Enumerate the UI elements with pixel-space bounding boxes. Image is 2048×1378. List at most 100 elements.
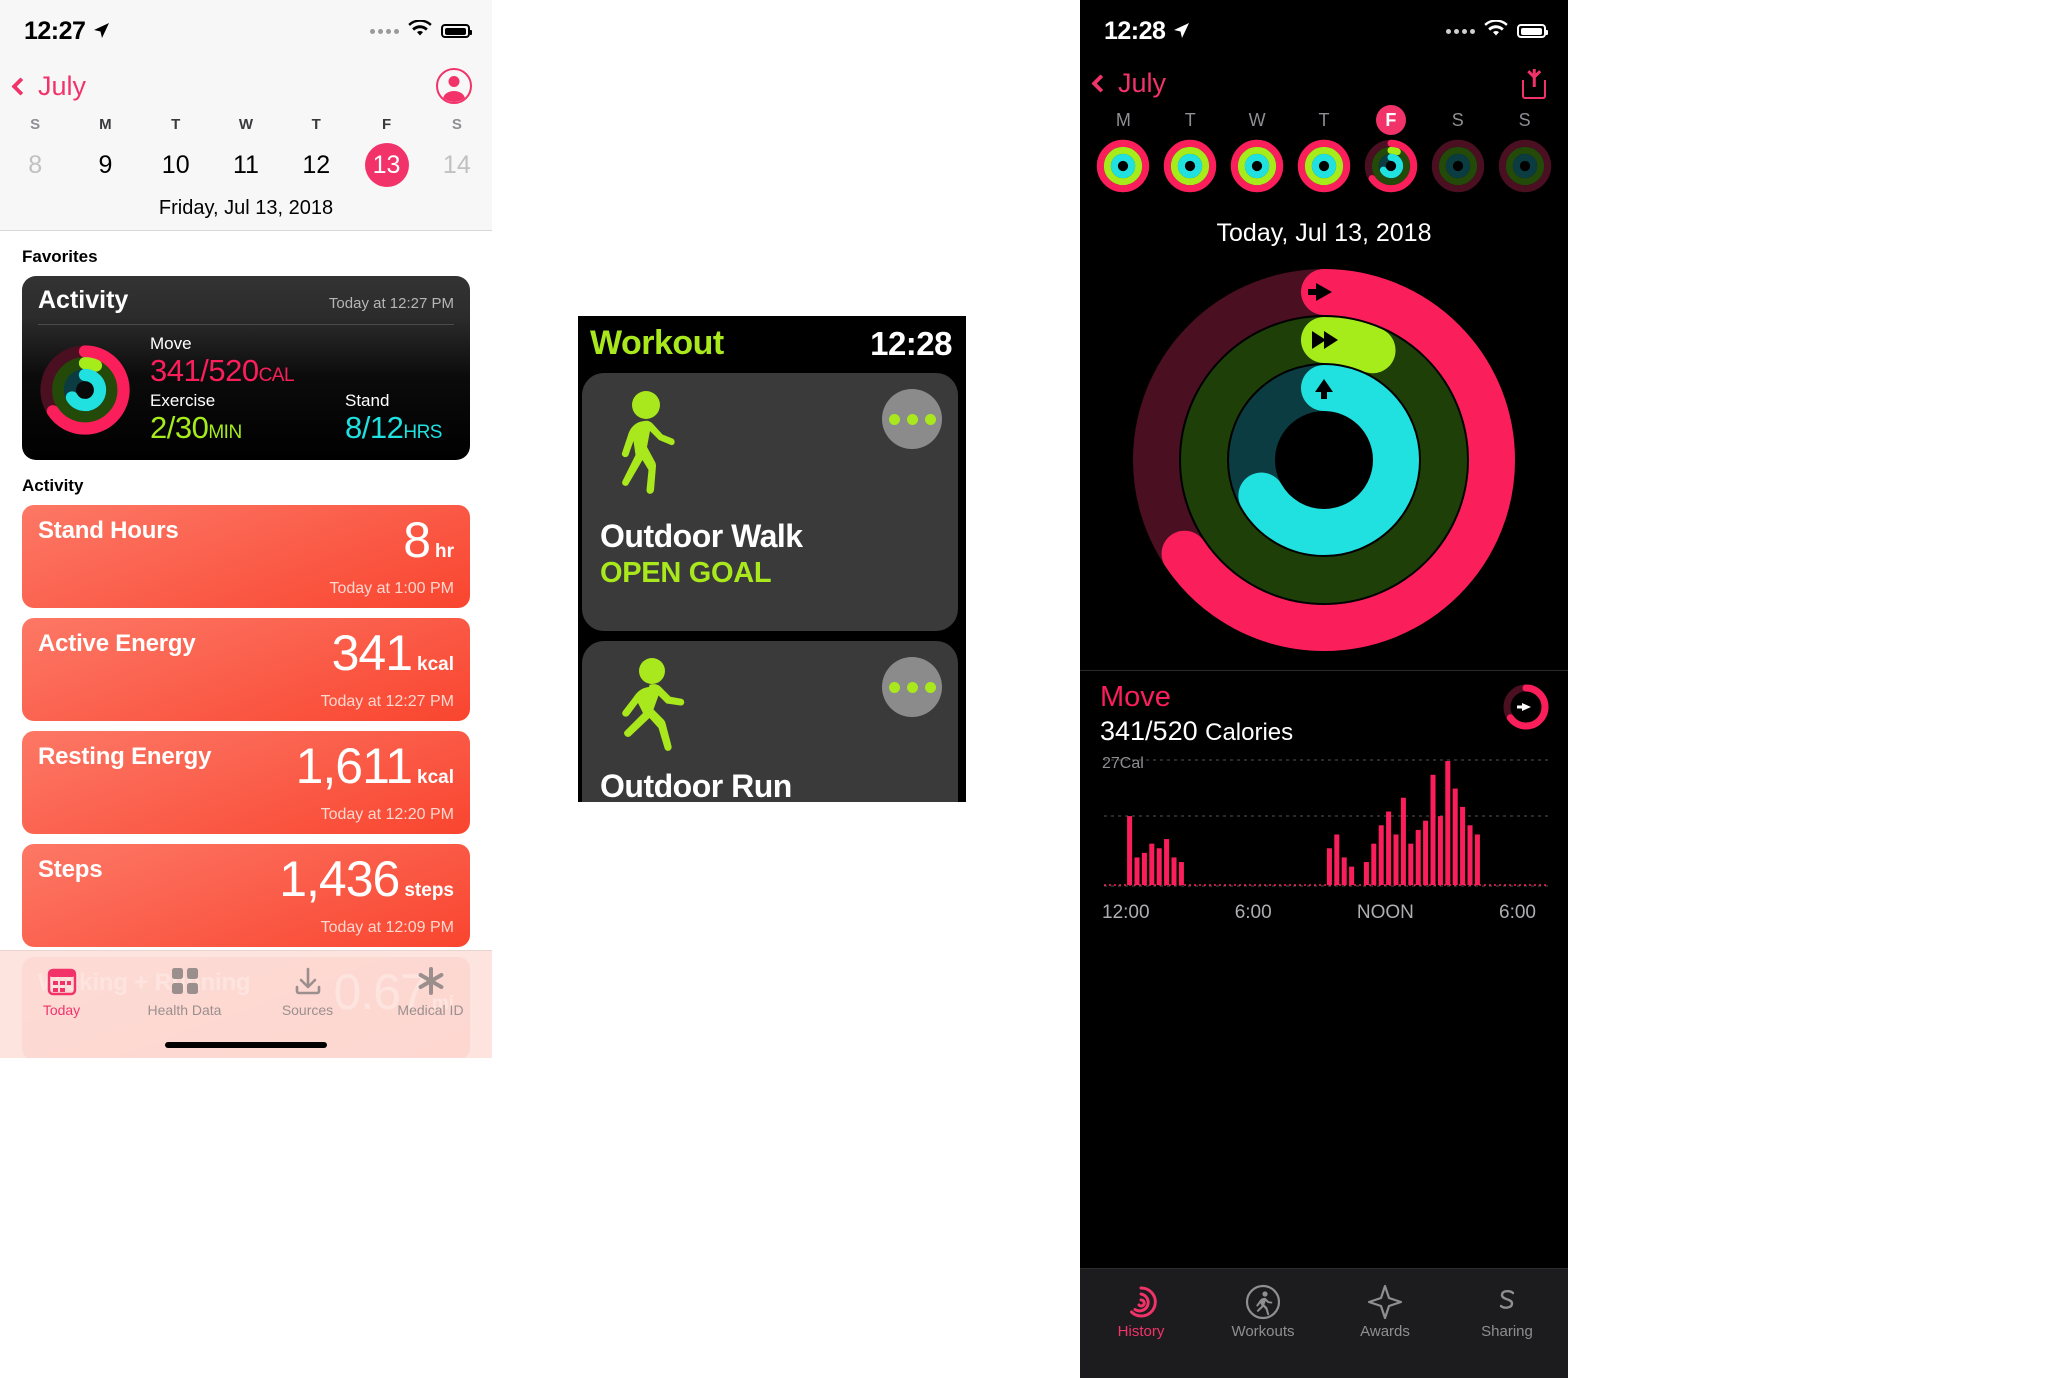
back-label: July — [38, 70, 87, 101]
favorites-header: Favorites — [22, 247, 98, 266]
signal-dots-icon — [370, 28, 399, 34]
xtick-1: 6:00 — [1234, 902, 1272, 923]
row-title: Stand Hours — [38, 516, 179, 544]
download-arrow-icon — [246, 961, 369, 1001]
week-dow-label: S — [1518, 109, 1531, 130]
status-bar: 12:27 — [0, 0, 492, 62]
profile-avatar-icon[interactable] — [436, 68, 472, 104]
activity-rings-large — [1109, 260, 1539, 660]
move-value: 341/520 — [150, 352, 259, 388]
exercise-value: 2/30 — [150, 410, 209, 446]
week-day-0[interactable]: M — [1090, 105, 1157, 193]
move-detail-unit: Calories — [1205, 719, 1294, 746]
move-detail-value: 341/520 — [1100, 716, 1198, 746]
week-dow-label: T — [1318, 109, 1330, 130]
tab-history[interactable]: History — [1080, 1281, 1202, 1378]
tab-label: Awards — [1360, 1323, 1410, 1340]
cal-day-2[interactable]: 10 — [141, 143, 211, 187]
calendar-dow-row: S M T W T F S — [0, 110, 492, 143]
move-unit: CAL — [258, 364, 295, 386]
cal-day-1[interactable]: 9 — [70, 143, 140, 187]
share-icon[interactable] — [1522, 68, 1546, 99]
week-strip: M T W T F S S — [1080, 103, 1568, 199]
tab-sharing[interactable]: Sharing — [1446, 1281, 1568, 1378]
row-timestamp: Today at 12:20 PM — [320, 805, 454, 823]
list-item-stand-hours[interactable]: Stand Hours 8 hr Today at 1:00 PM — [22, 504, 470, 608]
more-dots-icon[interactable] — [882, 389, 942, 449]
sharing-s-icon — [1446, 1281, 1568, 1323]
move-ring-arrow-icon — [1500, 681, 1552, 738]
nav-bar: July — [1080, 62, 1568, 103]
tab-workouts[interactable]: Workouts — [1202, 1281, 1324, 1378]
dow-0: S — [30, 116, 41, 133]
week-day-5[interactable]: S — [1424, 105, 1491, 193]
tab-medical-id[interactable]: Medical ID — [369, 961, 492, 1018]
week-dow-label: W — [1248, 109, 1266, 130]
activity-date-label: Today, Jul 13, 2018 — [1216, 219, 1432, 247]
row-timestamp: Today at 12:09 PM — [320, 918, 454, 936]
move-calories-chart: 27Cal — [1080, 747, 1568, 898]
back-button-july[interactable]: July — [1091, 68, 1166, 99]
chevron-left-icon — [11, 76, 30, 96]
list-item-resting-energy[interactable]: Resting Energy 1,611 kcal Today at 12:20… — [22, 730, 470, 834]
watch-workout-screen: Workout 12:28 Outdoor Walk OPEN GOAL Out… — [578, 316, 966, 802]
workout-item-outdoor-run[interactable]: Outdoor Run — [582, 641, 958, 802]
dow-5: F — [381, 116, 392, 133]
tab-today[interactable]: Today — [0, 961, 123, 1018]
week-day-6[interactable]: S — [1491, 105, 1558, 193]
location-arrow-icon — [1171, 20, 1191, 45]
tab-awards[interactable]: Awards — [1324, 1281, 1446, 1378]
battery-icon — [1517, 24, 1548, 38]
more-dots-icon[interactable] — [882, 657, 942, 717]
activity-tab-bar: History Workouts Awards Sharing — [1080, 1268, 1568, 1378]
mini-rings — [1163, 139, 1217, 193]
activity-rings-small — [38, 343, 132, 437]
workout-item-outdoor-walk[interactable]: Outdoor Walk OPEN GOAL — [582, 373, 958, 631]
tab-label: Sharing — [1481, 1323, 1533, 1340]
calendar-day-row: 8 9 10 11 12 13 14 — [0, 143, 492, 187]
week-day-4-selected[interactable]: F — [1357, 105, 1424, 193]
cal-day-5-selected[interactable]: 13 — [364, 143, 409, 187]
cal-day-4[interactable]: 12 — [281, 143, 351, 187]
status-time: 12:28 — [1104, 16, 1166, 45]
list-item-steps[interactable]: Steps 1,436 steps Today at 12:09 PM — [22, 843, 470, 947]
signal-dots-icon — [1446, 28, 1475, 34]
tab-health-data[interactable]: Health Data — [123, 961, 246, 1018]
battery-icon — [441, 24, 472, 38]
week-day-1[interactable]: T — [1157, 105, 1224, 193]
location-arrow-icon — [91, 20, 111, 45]
chart-x-axis: 12:00 6:00 NOON 6:00 — [1080, 898, 1568, 924]
cal-day-6[interactable]: 14 — [422, 143, 492, 187]
chevron-left-icon — [1091, 74, 1110, 93]
status-bar: 12:28 — [1080, 0, 1568, 62]
week-day-2[interactable]: W — [1224, 105, 1291, 193]
cal-day-3[interactable]: 11 — [211, 143, 281, 187]
week-day-3[interactable]: T — [1291, 105, 1358, 193]
move-detail-title: Move — [1100, 681, 1171, 713]
row-value: 1,436 — [279, 850, 400, 907]
wifi-icon — [408, 19, 432, 43]
dow-2: T — [171, 116, 181, 133]
activity-rings-icon — [1080, 1281, 1202, 1323]
cal-day-0[interactable]: 8 — [0, 143, 70, 187]
row-unit: kcal — [417, 766, 454, 788]
home-indicator — [165, 1042, 327, 1048]
selected-date-label: Friday, Jul 13, 2018 — [158, 197, 334, 219]
mini-rings — [1230, 139, 1284, 193]
list-item-active-energy[interactable]: Active Energy 341 kcal Today at 12:27 PM — [22, 617, 470, 721]
mini-rings — [1297, 139, 1351, 193]
back-button-july[interactable]: July — [11, 70, 87, 102]
move-metric: Move 341/520CAL — [150, 334, 454, 388]
tab-label: Medical ID — [397, 1002, 464, 1018]
workout-goal: OPEN GOAL — [600, 557, 772, 589]
watch-app-title: Workout — [590, 324, 724, 362]
health-tab-bar: Today Health Data Sources Medical ID — [0, 950, 492, 1058]
grid-squares-icon — [123, 961, 246, 1001]
dow-6: S — [451, 116, 462, 133]
stand-label: Stand — [345, 391, 390, 411]
activity-summary-card[interactable]: Activity Today at 12:27 PM Move 341/520C… — [22, 276, 470, 460]
dow-1: M — [99, 116, 112, 133]
row-value: 1,611 — [295, 737, 413, 794]
tab-sources[interactable]: Sources — [246, 961, 369, 1018]
chart-svg — [1104, 759, 1548, 887]
